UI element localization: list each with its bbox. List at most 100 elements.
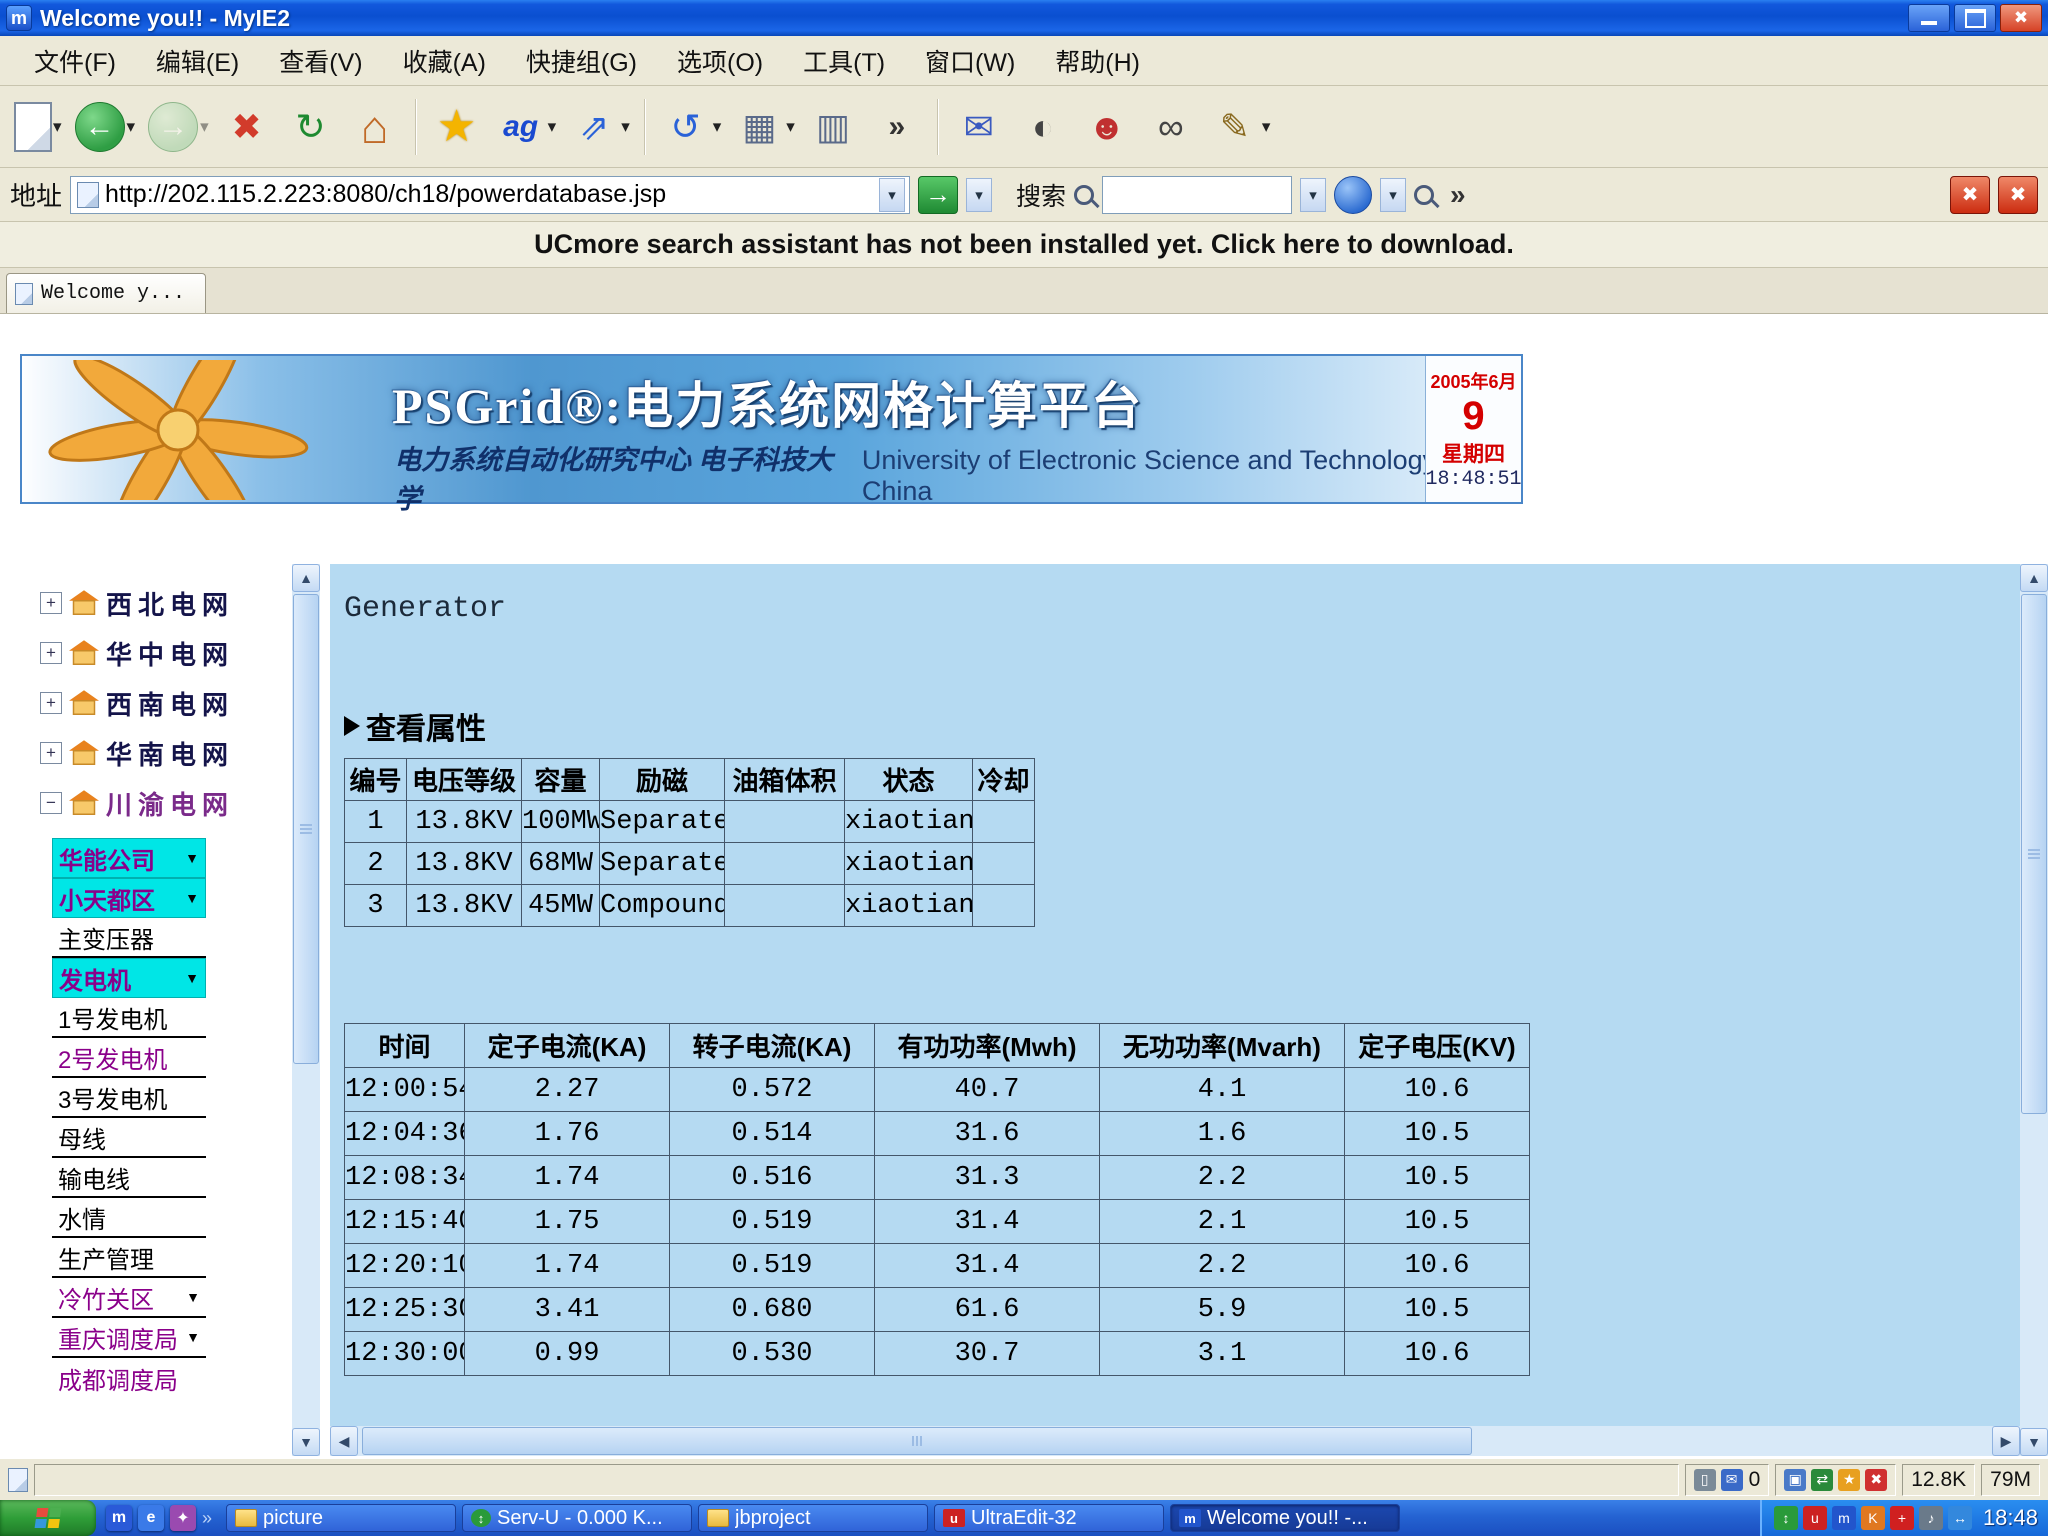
highlighter-button-dropdown[interactable]: ▾ [1262, 117, 1271, 137]
tray-antivirus-icon[interactable]: + [1890, 1506, 1914, 1530]
sidebar-menu-item[interactable]: 1号发电机 [52, 998, 206, 1038]
proxy-globe-button[interactable] [1334, 176, 1372, 214]
flashget-button[interactable]: ag▾ [491, 92, 561, 162]
menu-item[interactable]: 工具(T) [783, 39, 905, 83]
tree-toggle-icon[interactable]: + [40, 592, 62, 614]
highlighter-button[interactable]: ✎▾ [1205, 92, 1275, 162]
scroll-up-button[interactable]: ▲ [2020, 564, 2048, 592]
toolbar-overflow-chevron[interactable]: » [867, 92, 927, 162]
close-button[interactable] [2000, 4, 2042, 32]
tray-volume-icon[interactable]: ♪ [1919, 1506, 1943, 1530]
taskbar-task[interactable]: jbproject [698, 1504, 928, 1532]
sidebar-tree-item[interactable]: +华中电网 [40, 628, 292, 678]
tree-toggle-icon[interactable]: − [40, 792, 62, 814]
privacy-button[interactable]: ☻ [1077, 92, 1137, 162]
tray-kingsoft-icon[interactable]: K [1861, 1506, 1885, 1530]
taskbar-task[interactable]: picture [226, 1504, 456, 1532]
quick-launch-myie2[interactable]: m [106, 1505, 132, 1531]
scroll-down-button[interactable]: ▼ [2020, 1428, 2048, 1456]
undo-button-dropdown[interactable]: ▾ [713, 117, 722, 137]
taskbar-task[interactable]: ↕Serv-U - 0.000 K... [462, 1504, 692, 1532]
sidebar-menu-item[interactable]: 2号发电机 [52, 1038, 206, 1078]
menu-item[interactable]: 选项(O) [657, 39, 783, 83]
search-dropdown-button[interactable]: ▾ [1300, 178, 1326, 212]
flashget-button-dropdown[interactable]: ▾ [548, 117, 557, 137]
sidebar-tree-item[interactable]: +西南电网 [40, 678, 292, 728]
url-dropdown-button[interactable]: ▾ [879, 178, 905, 212]
undo-button[interactable]: ↺▾ [656, 92, 726, 162]
go-dropdown-button[interactable]: ▾ [966, 178, 992, 212]
scroll-thumb[interactable] [293, 594, 319, 1064]
scroll-up-button[interactable]: ▲ [292, 564, 320, 592]
menu-item[interactable]: 快捷组(G) [506, 39, 657, 83]
sidebar-menu-item[interactable]: 生产管理 [52, 1238, 206, 1278]
tree-toggle-icon[interactable]: + [40, 642, 62, 664]
scroll-down-button[interactable]: ▼ [292, 1428, 320, 1456]
sidebar-menu-item[interactable]: 冷竹关区▼ [52, 1278, 206, 1318]
sidebar-tree-item[interactable]: +华南电网 [40, 728, 292, 778]
favorites-button[interactable]: ★ [427, 92, 487, 162]
find-icon[interactable] [1414, 185, 1434, 205]
notification-bar[interactable]: UCmore search assistant has not been ins… [0, 222, 2048, 268]
new-page-button[interactable]: ▾ [10, 92, 66, 162]
external-tool-button-dropdown[interactable]: ▾ [621, 117, 630, 137]
tray-network-icon[interactable]: ↔ [1948, 1506, 1972, 1530]
sidebar-tree-item[interactable]: +西北电网 [40, 578, 292, 628]
scroll-left-button[interactable]: ◀ [330, 1426, 358, 1456]
tree-toggle-icon[interactable]: + [40, 742, 62, 764]
sidebar-menu-item[interactable]: 重庆调度局▼ [52, 1318, 206, 1358]
forward-button[interactable]: →▾ [143, 92, 213, 162]
home-button[interactable]: ⌂ [345, 92, 405, 162]
minimize-button[interactable] [1908, 4, 1950, 32]
scroll-right-button[interactable]: ▶ [1992, 1426, 2020, 1456]
quick-launch-desktop[interactable]: ✦ [170, 1505, 196, 1531]
scroll-thumb[interactable] [362, 1427, 1472, 1455]
back-button-dropdown[interactable]: ▾ [127, 117, 136, 137]
quick-launch-ie[interactable]: e [138, 1505, 164, 1531]
close-page-button[interactable] [1998, 176, 2038, 214]
stop-button[interactable]: ✖ [217, 92, 277, 162]
form-fill-button[interactable]: ▥ [803, 92, 863, 162]
menu-item[interactable]: 收藏(A) [383, 39, 506, 83]
sidebar-menu-item[interactable]: 输电线 [52, 1158, 206, 1198]
sidebar-menu-item[interactable]: 发电机▼ [52, 958, 206, 998]
tray-servu-icon[interactable]: ↕ [1774, 1506, 1798, 1530]
menu-item[interactable]: 帮助(H) [1035, 39, 1160, 83]
tree-toggle-icon[interactable]: + [40, 692, 62, 714]
start-button[interactable] [0, 1500, 96, 1536]
notification-text[interactable]: UCmore search assistant has not been ins… [534, 229, 1514, 260]
sidebar-menu-item[interactable]: 小天都区▼ [52, 878, 206, 918]
taskbar-task[interactable]: uUltraEdit-32 [934, 1504, 1164, 1532]
scroll-thumb[interactable] [2021, 594, 2047, 1114]
sidebar-menu-item[interactable]: 母线 [52, 1118, 206, 1158]
tab-welcome[interactable]: Welcome y... [6, 273, 206, 313]
refresh-button[interactable]: ↻ [281, 92, 341, 162]
sidebar-menu-item[interactable]: 成都调度局 [52, 1358, 206, 1398]
maximize-button[interactable] [1954, 4, 1996, 32]
tray-ultraedit-icon[interactable]: u [1803, 1506, 1827, 1530]
sidebar-menu-item[interactable]: 华能公司▼ [52, 838, 206, 878]
sidebar-menu-item[interactable]: 3号发电机 [52, 1078, 206, 1118]
menu-item[interactable]: 窗口(W) [905, 39, 1035, 83]
menu-item[interactable]: 查看(V) [259, 39, 382, 83]
menu-item[interactable]: 编辑(E) [136, 39, 259, 83]
proxy-button[interactable]: ◐ [1013, 92, 1073, 162]
quick-launch-chevron[interactable]: » [202, 1508, 212, 1529]
sidebar-menu-item[interactable]: 水情 [52, 1198, 206, 1238]
proxy-dropdown-button[interactable]: ▾ [1380, 178, 1406, 212]
new-page-button-dropdown[interactable]: ▾ [53, 117, 62, 137]
taskbar-task[interactable]: mWelcome you!! -... [1170, 1504, 1400, 1532]
go-button[interactable] [918, 176, 958, 214]
resource-button[interactable]: ∞ [1141, 92, 1201, 162]
url-input[interactable] [105, 180, 879, 209]
search-input[interactable] [1103, 181, 1291, 209]
mail-button[interactable]: ✉ [949, 92, 1009, 162]
menu-item[interactable]: 文件(F) [14, 39, 136, 83]
address-overflow-chevron[interactable]: » [1442, 179, 1474, 211]
external-tool-button[interactable]: ⇗▾ [564, 92, 634, 162]
stop-all-button[interactable] [1950, 176, 1990, 214]
sidebar-menu-item[interactable]: 主变压器 [52, 918, 206, 958]
forward-button-dropdown[interactable]: ▾ [200, 117, 209, 137]
window-list-button-dropdown[interactable]: ▾ [786, 117, 795, 137]
back-button[interactable]: ←▾ [70, 92, 140, 162]
